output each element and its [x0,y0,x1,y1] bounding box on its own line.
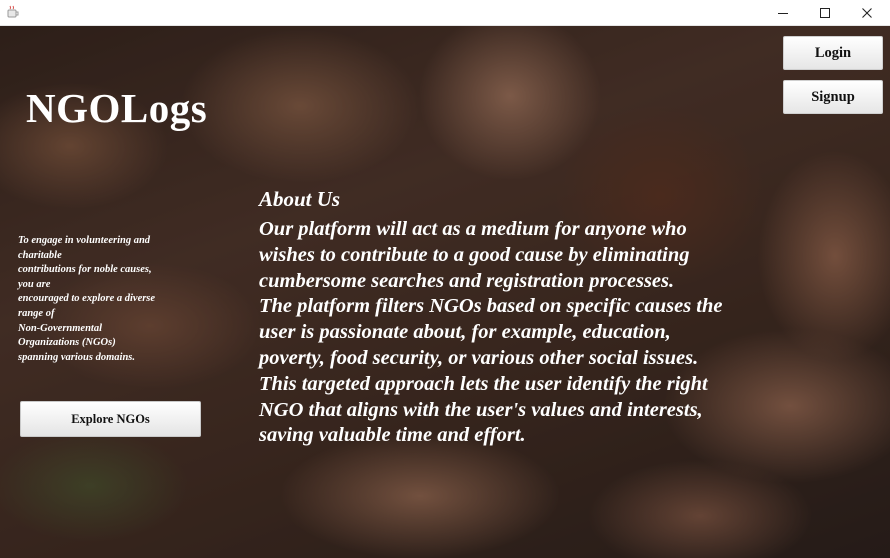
about-line: This targeted approach lets the user ide… [259,372,708,395]
hands-background-image: NGOLogs Login Signup To engage in volunt… [0,26,890,558]
minimize-icon [778,13,788,14]
intro-line: Organizations (NGOs) [18,337,116,349]
maximize-button[interactable] [804,0,846,26]
login-button[interactable]: Login [783,36,883,70]
about-line: poverty, food security, or various other… [259,346,699,369]
about-line: NGO that aligns with the user's values a… [259,398,703,421]
intro-line: charitable [18,249,62,261]
about-line: Our platform will act as a medium for an… [259,218,687,240]
close-button[interactable] [846,0,888,26]
intro-line: contributions for noble causes, [18,264,152,276]
intro-text: To engage in volunteering and charitable… [18,234,198,365]
about-section: About Us Our platform will act as a medi… [259,186,779,449]
about-line: saving valuable time and effort. [259,424,526,447]
about-title: About Us [259,187,341,211]
intro-line: you are [18,278,51,290]
java-coffee-cup-icon [6,5,20,19]
close-icon [862,8,872,18]
about-line: wishes to contribute to a good cause by … [259,243,690,266]
about-line: The platform filters NGOs based on speci… [259,295,723,318]
about-body: Our platform will act as a medium for an… [259,217,779,449]
about-line: user is passionate about, for example, e… [259,321,671,344]
signup-button[interactable]: Signup [783,80,883,114]
intro-line: spanning various domains. [18,351,135,363]
minimize-button[interactable] [762,0,804,26]
explore-ngos-button[interactable]: Explore NGOs [20,401,201,437]
maximize-icon [820,8,830,18]
intro-line: Non-Governmental [18,322,102,334]
about-line: cumbersome searches and registration pro… [259,269,675,292]
intro-line: encouraged to explore a diverse [18,293,156,305]
intro-line: range of [18,307,55,319]
intro-line: To engage in volunteering and [18,235,151,246]
brand-title: NGOLogs [26,85,208,131]
window-title-bar [0,0,890,26]
